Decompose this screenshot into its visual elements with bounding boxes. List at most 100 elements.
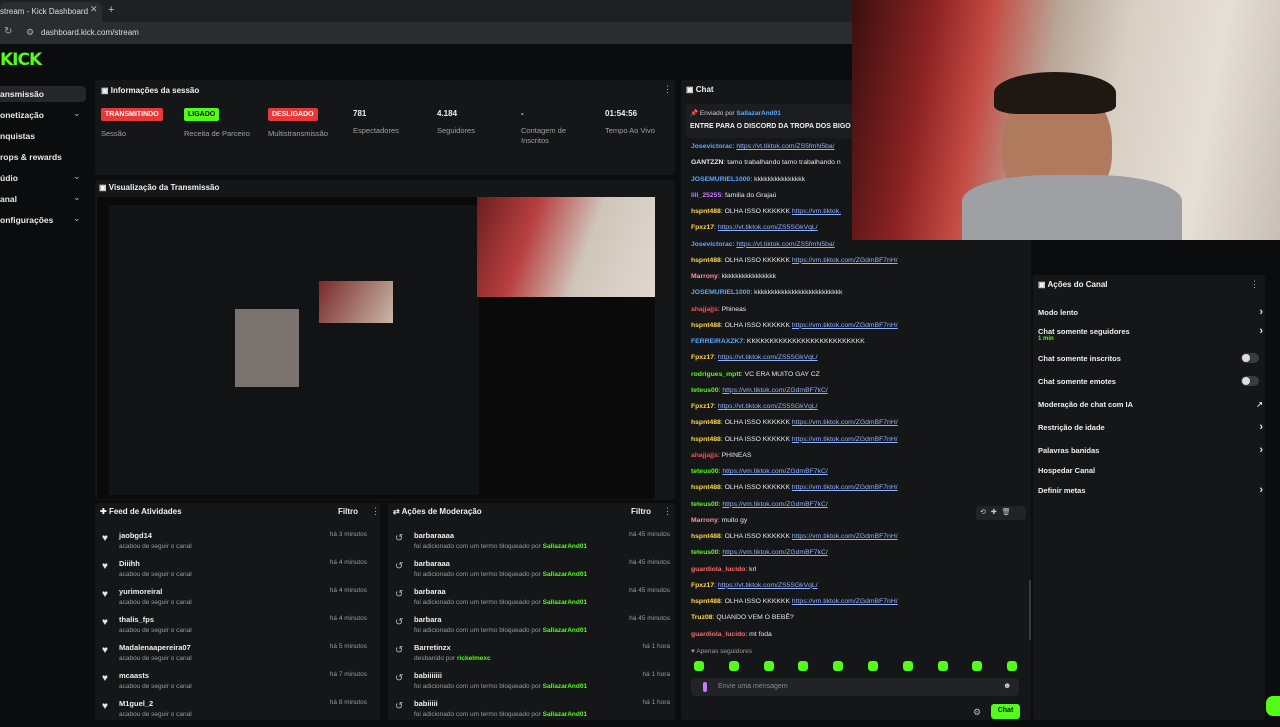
chat-link[interactable]: https://vm.tiktok.com/ZGdmBF7kC/ bbox=[722, 387, 827, 394]
undo-icon[interactable]: ↺ bbox=[395, 701, 403, 712]
external-link-icon[interactable]: ↗ bbox=[1256, 400, 1263, 409]
moderator-name[interactable]: SallazarAnd01 bbox=[543, 683, 587, 690]
undo-icon[interactable]: ↺ bbox=[395, 673, 403, 684]
toggle-switch[interactable] bbox=[1241, 353, 1259, 363]
reload-icon[interactable]: ↻ bbox=[4, 26, 12, 37]
moderation-filter-button[interactable]: Filtro bbox=[631, 507, 651, 516]
chat-username[interactable]: Fpxz17 bbox=[691, 354, 714, 361]
list-item[interactable]: ↺ barbaraaa foi adicionado com um termo bl… bbox=[388, 559, 678, 587]
chat-link[interactable]: https://vt.tiktok.com/ZS5fmN5ba/ bbox=[736, 143, 834, 150]
chat-link[interactable]: https://vm.tiktok.com/ZGdmBF7nH/ bbox=[792, 598, 898, 605]
browser-tab[interactable]: stream - Kick Dashboard bbox=[0, 2, 102, 22]
undo-icon[interactable]: ↺ bbox=[395, 533, 403, 544]
chat-link[interactable]: https://vt.tiktok.com/ZS5SGkVqL/ bbox=[718, 582, 818, 589]
session-menu-icon[interactable]: ⋮ bbox=[663, 84, 672, 95]
moderator-name[interactable]: SallazarAnd01 bbox=[543, 711, 587, 718]
chat-link[interactable]: https://vm.tiktok.com/ZGdmBF7nH/ bbox=[792, 436, 898, 443]
moderator-name[interactable]: SallazarAnd01 bbox=[543, 627, 587, 634]
list-item[interactable]: ♥ mcaasts acabou de seguir o canal há 7 min… bbox=[95, 671, 375, 699]
sidebar-item[interactable]: rops & rewards bbox=[0, 152, 62, 162]
emote-icon[interactable] bbox=[1007, 661, 1018, 671]
chat-link[interactable]: https://vm.tiktok.com/ZGdmBF7kC/ bbox=[722, 549, 827, 556]
list-item[interactable]: ↺ barbara foi adicionado com um termo bloq… bbox=[388, 615, 678, 643]
chat-link[interactable]: https://vm.tiktok.com/ZGdmBF7nH/ bbox=[792, 484, 898, 491]
sidebar-item[interactable]: anal bbox=[0, 194, 17, 204]
chat-username[interactable]: Fpxz17 bbox=[691, 224, 714, 231]
chat-message[interactable]: hspnt488: OLHA ISSO KKKKKK https://vm.ti… bbox=[691, 419, 898, 426]
channel-action-0[interactable]: Modo lento › bbox=[1038, 306, 1263, 318]
moderator-name[interactable]: SallazarAnd01 bbox=[543, 599, 587, 606]
list-item[interactable]: ↺ barbaraaaa foi adicionado com um termo b… bbox=[388, 531, 678, 559]
chat-message[interactable]: Fpxz17: https://vt.tiktok.com/ZS5SGkVqL/ bbox=[691, 224, 818, 231]
chat-message[interactable]: JOSEMURIEL1000: kkkkkkkkkkkkkkkkkkkkkkkk… bbox=[691, 289, 842, 296]
chevron-down-icon[interactable]: ⌄ bbox=[73, 213, 81, 224]
chat-message[interactable]: hspnt488: OLHA ISSO KKKKKK https://vm.ti… bbox=[691, 436, 898, 443]
list-item[interactable]: ↺ barbaraa foi adicionado com um termo blo… bbox=[388, 587, 678, 615]
chat-username[interactable]: teteus00 bbox=[691, 501, 719, 508]
chat-message[interactable]: rodrigues_mptt: VC ERA MUITO GAY CZ bbox=[691, 371, 820, 378]
chat-username[interactable]: teteus00 bbox=[691, 468, 719, 475]
undo-icon[interactable]: ↺ bbox=[395, 645, 403, 656]
moderator-name[interactable]: SallazarAnd01 bbox=[543, 571, 587, 578]
chat-message[interactable]: hspnt488: OLHA ISSO KKKKKK https://vm.ti… bbox=[691, 484, 898, 491]
chat-message[interactable]: Marrony: muito gy bbox=[691, 517, 747, 524]
message-hover-actions[interactable]: ⟲✚🗑 bbox=[976, 506, 1026, 520]
sidebar-item[interactable]: onfigurações bbox=[0, 215, 53, 225]
sidebar-item[interactable]: údio bbox=[0, 173, 18, 183]
chat-message[interactable]: hspnt488: OLHA ISSO KKKKKK https://vm.ti… bbox=[691, 208, 841, 215]
chat-message[interactable]: Josevictorac: https://vt.tiktok.com/ZS5f… bbox=[691, 241, 835, 248]
chat-username[interactable]: ahajjajjs bbox=[691, 452, 718, 459]
chevron-down-icon[interactable]: ⌄ bbox=[73, 171, 81, 182]
chat-message[interactable]: FERREIRAXZK7: KKKKKKKKKKKKKKKKKKKKKKKKKK bbox=[691, 338, 865, 345]
chat-link[interactable]: https://vm.tiktok.com/ZGdmBF7nH/ bbox=[792, 322, 898, 329]
list-item[interactable]: ♥ thalis_fps acabou de seguir o canal há 4 … bbox=[95, 615, 375, 643]
chat-username[interactable]: guardiola_lucido bbox=[691, 566, 745, 573]
undo-icon[interactable]: ↺ bbox=[395, 561, 403, 572]
chat-link[interactable]: https://vm.tiktok.com/ZGdmBF7kC/ bbox=[722, 468, 827, 475]
sidebar-item[interactable]: nquistas bbox=[0, 131, 35, 141]
chat-message[interactable]: teteus00: https://vm.tiktok.com/ZGdmBF7k… bbox=[691, 387, 828, 394]
chat-message[interactable]: ahajjajjs: Phineas bbox=[691, 306, 746, 313]
chat-username[interactable]: GANTZZN bbox=[691, 159, 723, 166]
list-item[interactable]: ♥ Diiihh acabou de seguir o canal há 4 minu… bbox=[95, 559, 375, 587]
chat-username[interactable]: JOSEMURIEL1000 bbox=[691, 176, 750, 183]
list-item[interactable]: ♥ jaobgd14 acabou de seguir o canal há 3 mi… bbox=[95, 531, 375, 559]
chat-username[interactable]: Marrony bbox=[691, 273, 718, 280]
chat-send-button[interactable]: Chat bbox=[991, 704, 1020, 719]
moderator-name[interactable]: SallazarAnd01 bbox=[543, 543, 587, 550]
chat-message[interactable]: lili_25255: familia do Grajaú bbox=[691, 192, 776, 199]
url-field[interactable]: dashboard.kick.com/stream bbox=[41, 28, 139, 37]
chat-message[interactable]: hspnt488: OLHA ISSO KKKKKK https://vm.ti… bbox=[691, 257, 898, 264]
emote-icon[interactable] bbox=[868, 661, 878, 671]
chat-message[interactable]: teteus00: https://vm.tiktok.com/ZGdmBF7k… bbox=[691, 549, 828, 556]
chat-username[interactable]: lili_25255 bbox=[691, 192, 721, 199]
channel-action-7[interactable]: Hospedar Canal bbox=[1038, 466, 1263, 475]
chat-username[interactable]: Marrony bbox=[691, 517, 718, 524]
chat-username[interactable]: Fpxz17 bbox=[691, 582, 714, 589]
chat-username[interactable]: Josevictorac bbox=[691, 143, 733, 150]
chat-link[interactable]: https://vm.tiktok.com/ZGdmBF7nH/ bbox=[792, 533, 898, 540]
chat-username[interactable]: hspnt488 bbox=[691, 257, 721, 264]
emoji-icon[interactable]: ☻ bbox=[1003, 681, 1011, 690]
chat-message[interactable]: hspnt488: OLHA ISSO KKKKKK https://vm.ti… bbox=[691, 533, 898, 540]
chat-link[interactable]: https://vm.tiktok.com/ZGdmBF7nH/ bbox=[792, 419, 898, 426]
chevron-right-icon[interactable]: › bbox=[1259, 484, 1263, 496]
chat-message[interactable]: guardiola_lucido: mt foda bbox=[691, 631, 772, 638]
chat-username[interactable]: Josevictorac bbox=[691, 241, 733, 248]
chat-link[interactable]: https://vt.tiktok.com/ZS5SGkVqL/ bbox=[718, 354, 818, 361]
chat-username[interactable]: Fpxz17 bbox=[691, 403, 714, 410]
chat-message[interactable]: ahajjajjs: PHINEAS bbox=[691, 452, 751, 459]
emote-icon[interactable] bbox=[728, 661, 739, 671]
list-item[interactable]: ↺ Barretinzx desbanido por rickelmexc há 1 … bbox=[388, 643, 678, 671]
channel-action-2[interactable]: Chat somente inscritos bbox=[1038, 353, 1263, 363]
emote-icon[interactable] bbox=[833, 661, 844, 671]
list-item[interactable]: ↺ babiiiii foi adicionado com um termo blo… bbox=[388, 699, 678, 727]
list-item[interactable]: ♥ yurimoreiral acabou de seguir o canal há … bbox=[95, 587, 375, 615]
stream-preview-video[interactable] bbox=[97, 197, 655, 499]
feed-menu-icon[interactable]: ⋮ bbox=[371, 506, 380, 517]
channel-action-1[interactable]: Chat somente seguidores 1 min › bbox=[1038, 325, 1263, 342]
emote-icon[interactable] bbox=[763, 661, 774, 671]
chat-message[interactable]: teteus00: https://vm.tiktok.com/ZGdmBF7k… bbox=[691, 501, 828, 508]
chat-message[interactable]: Truz08: QUANDO VEM O BEBÊ? bbox=[691, 614, 794, 621]
chat-username[interactable]: FERREIRAXZK7 bbox=[691, 338, 743, 345]
